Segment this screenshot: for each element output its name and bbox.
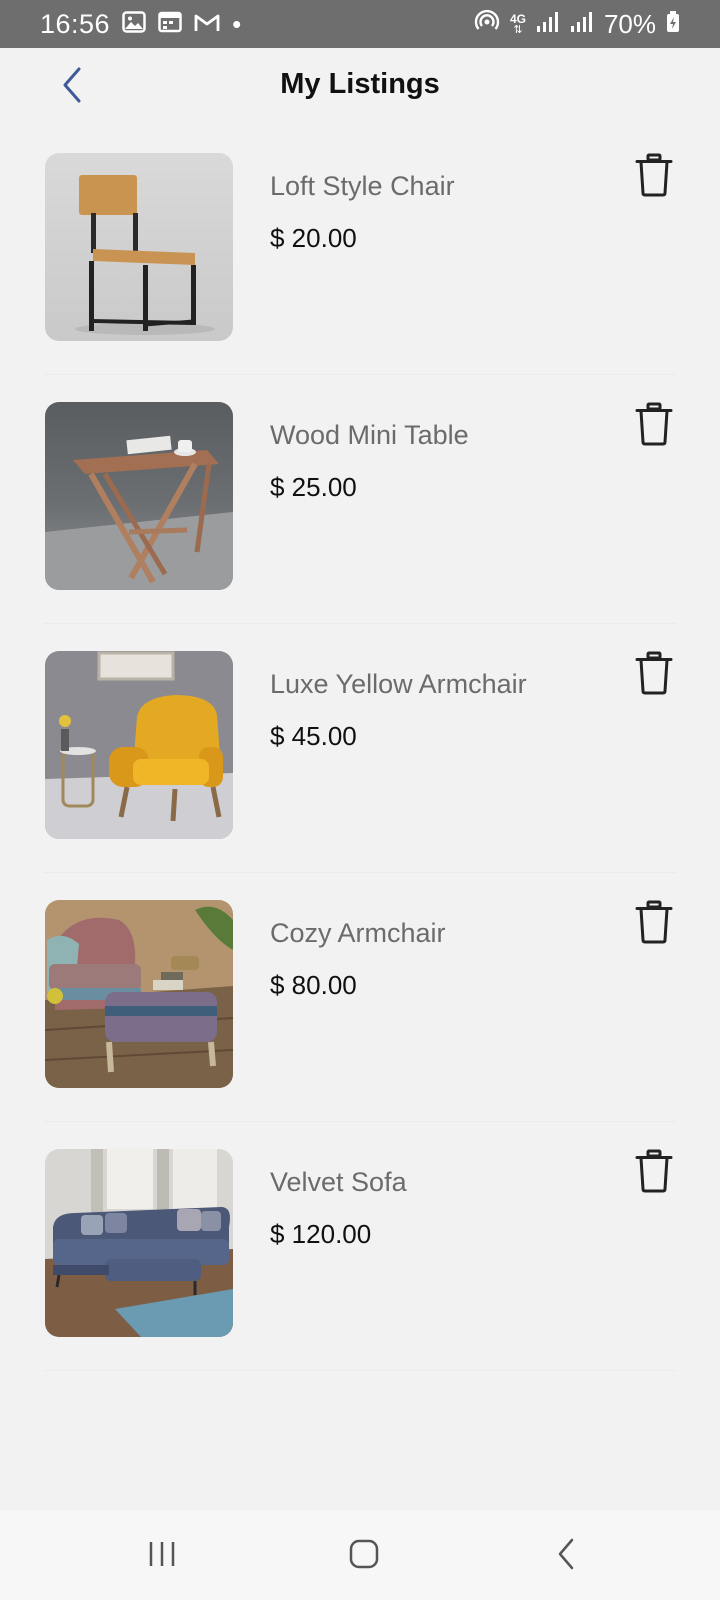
delete-button[interactable] <box>626 895 682 951</box>
gallery-notification-icon <box>122 9 146 40</box>
listing-image-chair <box>45 153 233 341</box>
trash-icon <box>634 900 674 947</box>
hotspot-icon <box>474 9 500 40</box>
listing-name: Velvet Sofa <box>270 1167 407 1197</box>
page-title: My Listings <box>280 68 440 100</box>
notification-dot: • <box>232 8 242 39</box>
battery-charging-icon <box>666 9 680 40</box>
listings-list: Loft Style Chair $ 20.00 Wood Mini Table… <box>0 126 720 1371</box>
home-icon <box>348 1538 380 1573</box>
back-icon <box>555 1538 577 1573</box>
listing-price: $ 45.00 <box>270 721 357 751</box>
listing-price: $ 120.00 <box>270 1219 372 1249</box>
home-button[interactable] <box>340 1531 388 1579</box>
listing-price: $ 20.00 <box>270 223 357 253</box>
network-type: 4G <box>509 11 526 26</box>
listing-item[interactable]: Loft Style Chair $ 20.00 <box>0 126 720 375</box>
listing-image-sofa <box>45 1149 233 1337</box>
recent-apps-icon <box>147 1540 177 1571</box>
trash-icon <box>634 1149 674 1196</box>
listing-image-yellow-armchair <box>45 651 233 839</box>
trash-icon <box>634 402 674 449</box>
delete-button[interactable] <box>626 148 682 204</box>
listing-price: $ 80.00 <box>270 970 357 1000</box>
listing-item[interactable]: Velvet Sofa $ 120.00 <box>0 1122 720 1371</box>
data-arrows-icon: ⇅ <box>513 23 523 36</box>
status-time: 16:56 <box>40 8 111 39</box>
listing-name: Wood Mini Table <box>270 420 469 450</box>
system-nav-bar <box>0 1510 720 1600</box>
listing-name: Cozy Armchair <box>270 918 446 948</box>
status-left: 16:56 • <box>40 9 253 40</box>
network-type-label: 4G ⇅ <box>510 13 526 36</box>
delete-button[interactable] <box>626 397 682 453</box>
signal-strength-icon-2 <box>570 9 594 40</box>
signal-strength-icon-1 <box>536 9 560 40</box>
system-back-button[interactable] <box>542 1531 590 1579</box>
listing-item[interactable]: Luxe Yellow Armchair $ 45.00 <box>0 624 720 873</box>
listing-image-cozy-armchair <box>45 900 233 1088</box>
battery-percentage: 70% <box>603 8 656 39</box>
listing-item[interactable]: Cozy Armchair $ 80.00 <box>0 873 720 1122</box>
app-header: My Listings <box>0 48 720 126</box>
recent-apps-button[interactable] <box>138 1531 186 1579</box>
trash-icon <box>634 153 674 200</box>
gmail-notification-icon <box>194 9 220 40</box>
status-right: 4G ⇅ 70% <box>464 9 680 40</box>
trash-icon <box>634 651 674 698</box>
delete-button[interactable] <box>626 1144 682 1200</box>
listing-image-table <box>45 402 233 590</box>
calendar-notification-icon <box>158 9 182 40</box>
listing-name: Loft Style Chair <box>270 171 455 201</box>
delete-button[interactable] <box>626 646 682 702</box>
listing-name: Luxe Yellow Armchair <box>270 669 527 699</box>
status-bar: 16:56 • 4G ⇅ 70% <box>0 0 720 48</box>
listing-price: $ 25.00 <box>270 472 357 502</box>
listing-item[interactable]: Wood Mini Table $ 25.00 <box>0 375 720 624</box>
